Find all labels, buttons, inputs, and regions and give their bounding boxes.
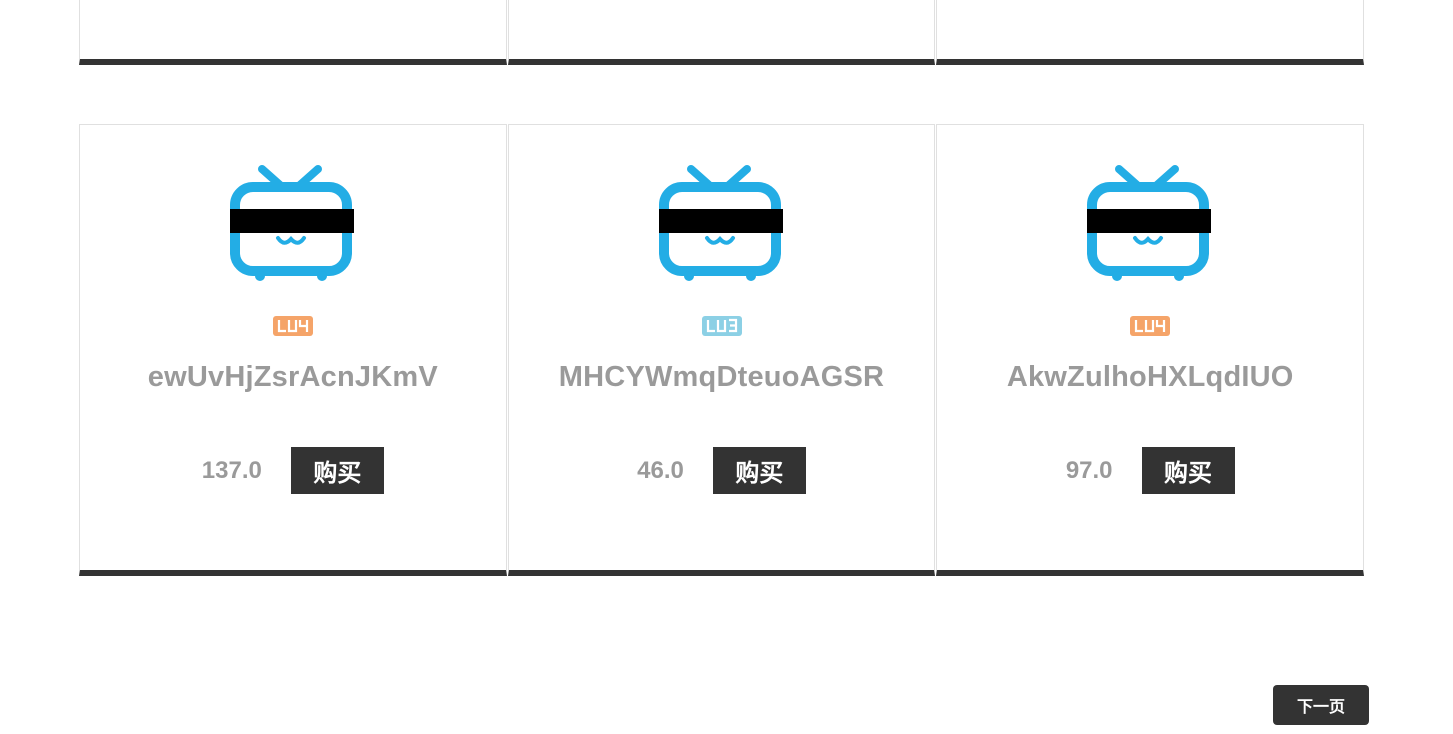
bilibili-tv-icon — [230, 165, 354, 281]
buy-button[interactable]: 购买 — [712, 447, 806, 494]
card-bottom-edge — [79, 0, 507, 65]
level-badge — [273, 316, 313, 336]
price: 97.0 — [1065, 456, 1113, 484]
bilibili-tv-icon — [1087, 165, 1212, 281]
level-badge — [1130, 316, 1171, 336]
buy-button[interactable]: 购买 — [290, 447, 384, 494]
previous-card-row — [79, 0, 1365, 65]
account-card: MHCYWmqDteuoAGSR 46.0 购买 — [507, 124, 936, 576]
account-card: ewUvHjZsrAcnJKmV 137.0 购买 — [79, 124, 507, 576]
card-bottom-edge — [936, 0, 1365, 65]
page: ewUvHjZsrAcnJKmV 137.0 购买 MHCYWmqDteuoAG… — [0, 0, 1453, 734]
price: 46.0 — [637, 456, 684, 484]
buy-area: 97.0 购买 — [937, 447, 1363, 494]
buy-button[interactable]: 购买 — [1141, 447, 1235, 494]
username: MHCYWmqDteuoAGSR — [558, 361, 885, 393]
buy-area: 46.0 购买 — [509, 447, 935, 494]
card-row: ewUvHjZsrAcnJKmV 137.0 购买 MHCYWmqDteuoAG… — [79, 124, 1365, 576]
price: 137.0 — [201, 456, 262, 484]
level-badge — [701, 316, 742, 336]
account-card: AkwZulhoHXLqdIUO 97.0 购买 — [936, 124, 1365, 576]
bilibili-tv-icon — [658, 165, 783, 281]
buy-area: 137.0 购买 — [80, 447, 506, 494]
next-page-button[interactable]: 下一页 — [1273, 685, 1369, 725]
card-bottom-edge — [507, 0, 936, 65]
username: ewUvHjZsrAcnJKmV — [147, 361, 438, 393]
username: AkwZulhoHXLqdIUO — [1006, 361, 1294, 393]
